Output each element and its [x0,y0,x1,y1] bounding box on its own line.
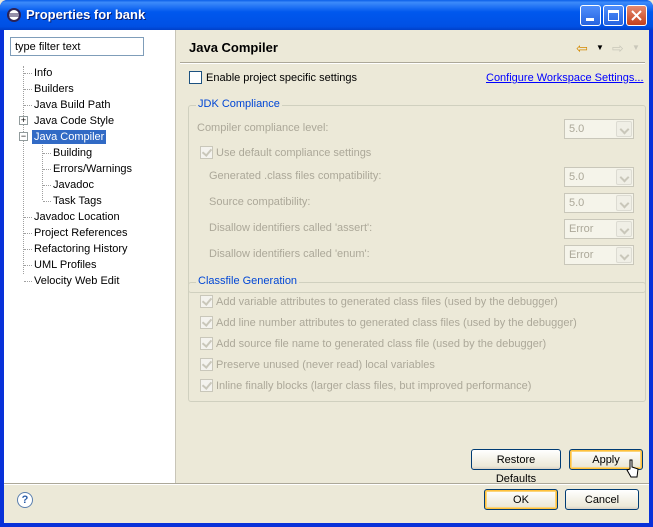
tree-connector [43,201,51,202]
tree-connector [24,105,32,106]
maximize-button[interactable] [603,5,624,26]
tree-item-java-code-style[interactable]: Java Code Style [32,114,116,128]
dialog-client-area: Info Builders Java Build Path + Java Cod… [4,30,649,523]
source-compat-select: 5.0 [564,193,634,213]
classfile-generation-group: Classfile Generation Add variable attrib… [188,275,646,402]
source-file-name-label: Add source file name to generated class … [216,338,547,350]
back-arrow-icon[interactable]: ⇦ [576,40,588,57]
restore-defaults-button[interactable]: Restore Defaults [471,449,561,485]
generated-class-select: 5.0 [564,167,634,187]
tree-connector [24,265,32,266]
collapse-minus-icon[interactable]: − [19,132,28,141]
forward-arrow-icon: ⇨ [612,40,624,56]
source-file-name-checkbox [200,337,213,350]
disallow-enum-value: Error [569,249,594,261]
chevron-down-icon [616,195,632,211]
footer-separator [4,483,649,485]
source-compat-label: Source compatibility: [209,196,311,208]
tree-connector [23,66,24,274]
preference-tree-panel: Info Builders Java Build Path + Java Cod… [4,30,176,483]
cancel-button[interactable]: Cancel [565,489,639,510]
tree-connector [24,281,32,282]
chevron-down-icon [616,121,632,137]
mouse-cursor-icon [626,459,639,478]
tree-connector [43,153,51,154]
eclipse-icon [7,8,21,22]
configure-workspace-link[interactable]: Configure Workspace Settings... [486,72,644,84]
tree-item-building[interactable]: Building [51,146,94,160]
compliance-level-label: Compiler compliance level: [197,122,329,134]
tree-item-javadoc-location[interactable]: Javadoc Location [32,210,122,224]
chevron-down-icon [616,169,632,185]
enable-specific-checkbox[interactable] [189,71,202,84]
disallow-enum-label: Disallow identifiers called 'enum': [209,248,370,260]
tree-item-velocity-web-edit[interactable]: Velocity Web Edit [32,274,121,288]
close-button[interactable] [626,5,647,26]
use-default-compliance-label: Use default compliance settings [216,147,372,159]
tree-connector [43,169,51,170]
compliance-level-value: 5.0 [569,123,585,135]
source-compat-value: 5.0 [569,197,585,209]
disallow-enum-select: Error [564,245,634,265]
tree-connector [24,233,32,234]
use-default-compliance-checkbox [200,146,213,159]
generated-class-label: Generated .class files compatibility: [209,170,382,182]
tree-item-refactoring-history[interactable]: Refactoring History [32,242,130,256]
enable-specific-label: Enable project specific settings [206,72,358,84]
close-icon [631,10,642,21]
line-number-label: Add line number attributes to generated … [216,317,577,329]
tree-item-java-compiler[interactable]: Java Compiler [32,130,107,144]
jdk-compliance-group: JDK Compliance Compiler compliance level… [188,98,646,293]
tree-connector [24,249,32,250]
tree-item-java-build-path[interactable]: Java Build Path [32,98,112,112]
tree-connector [24,89,32,90]
properties-dialog: Properties for bank Info Builders Java B… [0,0,653,527]
tree-item-info[interactable]: Info [32,66,54,80]
maximize-icon [608,10,619,21]
back-dropdown-icon[interactable]: ▼ [596,43,604,52]
disallow-assert-value: Error [569,223,594,235]
tree-connector [24,217,32,218]
inline-finally-checkbox [200,379,213,392]
chevron-down-icon [616,247,632,263]
tree-item-builders[interactable]: Builders [32,82,76,96]
expand-plus-icon[interactable]: + [19,116,28,125]
disallow-assert-label: Disallow identifiers called 'assert': [209,222,373,234]
line-number-checkbox [200,316,213,329]
tree-connector [42,142,43,200]
tree-connector [43,185,51,186]
inline-finally-label: Inline finally blocks (larger class file… [216,380,532,392]
preference-page: Java Compiler ⇦ ▼ ⇨ ▼ Enable project spe… [176,30,649,485]
chevron-down-icon [616,221,632,237]
filter-input[interactable] [10,37,144,56]
variable-attributes-label: Add variable attributes to generated cla… [216,296,558,308]
jdk-compliance-title: JDK Compliance [196,98,282,110]
ok-button[interactable]: OK [484,489,558,510]
minimize-icon [586,18,594,21]
preserve-unused-label: Preserve unused (never read) local varia… [216,359,435,371]
tree-item-javadoc[interactable]: Javadoc [51,178,96,192]
forward-dropdown-icon: ▼ [632,43,640,52]
classfile-generation-title: Classfile Generation [196,275,300,287]
generated-class-value: 5.0 [569,171,585,183]
tree-item-uml-profiles[interactable]: UML Profiles [32,258,99,272]
header-separator [180,62,645,64]
page-title: Java Compiler [189,40,278,55]
tree-item-errors-warnings[interactable]: Errors/Warnings [51,162,134,176]
tree-item-task-tags[interactable]: Task Tags [51,194,104,208]
minimize-button[interactable] [580,5,601,26]
title-bar[interactable]: Properties for bank [0,0,653,30]
help-icon[interactable]: ? [17,492,33,508]
tree-item-project-references[interactable]: Project References [32,226,130,240]
variable-attributes-checkbox [200,295,213,308]
compliance-level-select: 5.0 [564,119,634,139]
tree-connector [24,73,32,74]
window-title: Properties for bank [26,7,146,22]
disallow-assert-select: Error [564,219,634,239]
preserve-unused-checkbox [200,358,213,371]
